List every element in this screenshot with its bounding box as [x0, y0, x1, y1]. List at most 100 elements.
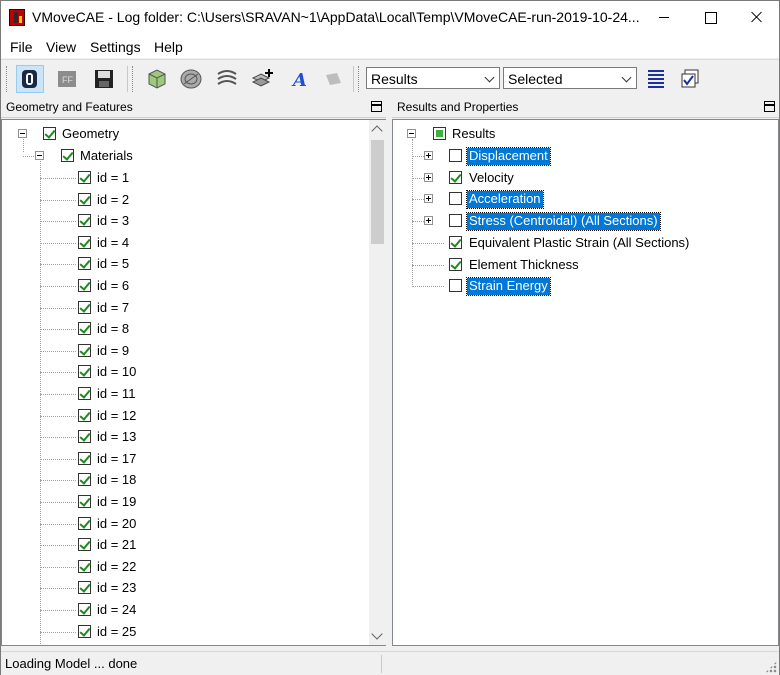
tree-node-material[interactable]: id = 10 [2, 362, 362, 383]
chevron-down-icon[interactable] [482, 68, 499, 88]
material-checkbox[interactable] [78, 408, 91, 422]
menu-help[interactable]: Help [154, 39, 183, 55]
material-checkbox[interactable] [78, 581, 91, 595]
tree-node-material[interactable]: id = 18 [2, 470, 362, 491]
tree-node-material[interactable]: id = 22 [2, 557, 362, 578]
expand-icon[interactable] [424, 216, 433, 226]
material-checkbox[interactable] [78, 516, 91, 530]
result-checkbox[interactable] [449, 257, 462, 271]
tree-node-material[interactable]: id = 7 [2, 298, 362, 319]
tree-node-material[interactable]: id = 12 [2, 406, 362, 427]
tree-node-material[interactable]: id = 1 [2, 168, 362, 189]
geometry-tree-pane[interactable]: Geometry Materials id = 1 id = 2 id = 3 id … [1, 119, 387, 646]
selected-combo[interactable]: Selected [503, 67, 637, 89]
resize-grip-icon[interactable] [765, 661, 777, 673]
material-checkbox[interactable] [78, 192, 91, 206]
tree-node-result[interactable]: Velocity [393, 168, 773, 189]
material-checkbox[interactable] [78, 343, 91, 357]
results-checkbox[interactable] [433, 127, 446, 140]
material-checkbox[interactable] [78, 235, 91, 249]
left-scrollbar[interactable] [369, 120, 386, 645]
layers-button[interactable] [213, 65, 241, 93]
expand-icon[interactable] [424, 194, 433, 204]
result-checkbox[interactable] [449, 235, 462, 249]
tree-node-material[interactable]: id = 11 [2, 384, 362, 405]
material-checkbox[interactable] [78, 387, 91, 400]
tree-node-material[interactable]: id = 21 [2, 535, 362, 556]
collapse-icon[interactable] [407, 129, 416, 138]
material-checkbox[interactable] [78, 171, 91, 184]
tree-node-material[interactable]: id = 9 [2, 341, 362, 362]
stack-plus-button[interactable] [249, 65, 277, 93]
pin-icon[interactable] [371, 101, 382, 112]
cube-button[interactable] [142, 65, 170, 93]
material-checkbox[interactable] [78, 451, 91, 465]
tree-node-material[interactable]: id = 24 [2, 600, 362, 621]
result-checkbox[interactable] [449, 279, 462, 293]
tree-node-material[interactable]: id = 5 [2, 254, 362, 275]
tree-node-result[interactable]: Acceleration [393, 189, 773, 210]
chevron-down-icon[interactable] [619, 68, 636, 88]
toolbar-grip[interactable] [132, 66, 136, 92]
results-tree-pane[interactable]: Results Displacement Velocity Acceleration… [392, 119, 779, 646]
tree-node-material[interactable]: id = 25 [2, 622, 362, 643]
tree-node-material[interactable]: id = 8 [2, 319, 362, 340]
ff-button[interactable]: FF [53, 65, 81, 93]
open-button[interactable] [16, 65, 44, 93]
disc-button[interactable] [177, 65, 205, 93]
scroll-down-icon[interactable] [371, 628, 383, 640]
results-combo[interactable]: Results [366, 67, 500, 89]
tree-node-material[interactable]: id = 6 [2, 276, 362, 297]
tree-node-material[interactable]: id = 23 [2, 578, 362, 599]
material-checkbox[interactable] [78, 365, 91, 379]
materials-checkbox[interactable] [61, 149, 74, 162]
expand-icon[interactable] [424, 151, 433, 160]
tree-node-material[interactable]: id = 13 [2, 427, 362, 448]
menu-view[interactable]: View [46, 39, 76, 55]
collapse-icon[interactable] [18, 129, 27, 138]
tree-node-material[interactable]: id = 17 [2, 449, 362, 470]
collapse-icon[interactable] [35, 151, 44, 160]
result-checkbox[interactable] [449, 192, 462, 206]
menu-settings[interactable]: Settings [90, 39, 141, 55]
list-lines-button[interactable] [642, 65, 670, 93]
maximize-button[interactable] [687, 1, 733, 34]
material-checkbox[interactable] [78, 300, 91, 314]
minimize-button[interactable] [641, 1, 687, 34]
material-checkbox[interactable] [78, 603, 91, 616]
geometry-checkbox[interactable] [43, 127, 56, 140]
material-checkbox[interactable] [78, 430, 91, 444]
tree-node-result[interactable]: Displacement [393, 146, 773, 167]
title-bar[interactable]: VMoveCAE - Log folder: C:\Users\SRAVAN~1… [1, 1, 779, 34]
material-checkbox[interactable] [78, 257, 91, 271]
material-checkbox[interactable] [78, 495, 91, 508]
tree-node-material[interactable]: id = 19 [2, 492, 362, 513]
tree-node-results[interactable]: Results [393, 124, 773, 145]
checkbox-stack-button[interactable] [676, 65, 704, 93]
material-checkbox[interactable] [78, 538, 91, 552]
tree-node-material[interactable]: id = 2 [2, 190, 362, 211]
result-checkbox[interactable] [449, 214, 462, 228]
tree-node-materials[interactable]: Materials [2, 146, 362, 167]
material-checkbox[interactable] [78, 214, 91, 228]
result-checkbox[interactable] [449, 149, 462, 162]
scroll-thumb[interactable] [371, 140, 384, 244]
tree-node-material[interactable]: id = 20 [2, 514, 362, 535]
tree-node-result[interactable]: Element Thickness [393, 255, 773, 276]
toolbar-grip[interactable] [358, 66, 362, 92]
gray-shape-button[interactable] [319, 65, 347, 93]
material-checkbox[interactable] [78, 559, 91, 573]
tree-node-material[interactable]: id = 4 [2, 233, 362, 254]
expand-icon[interactable] [424, 172, 433, 182]
material-checkbox[interactable] [78, 624, 91, 638]
scroll-up-icon[interactable] [371, 125, 383, 137]
tree-node-result[interactable]: Equivalent Plastic Strain (All Sections) [393, 233, 773, 254]
tree-node-result[interactable]: Stress (Centroidal) (All Sections) [393, 211, 773, 232]
material-checkbox[interactable] [78, 279, 91, 292]
pin-icon[interactable] [764, 101, 775, 112]
toolbar-grip[interactable] [6, 66, 10, 92]
tree-node-material[interactable]: id = 3 [2, 211, 362, 232]
save-button[interactable] [90, 65, 118, 93]
material-checkbox[interactable] [78, 322, 91, 336]
text-button[interactable]: A [285, 65, 313, 93]
